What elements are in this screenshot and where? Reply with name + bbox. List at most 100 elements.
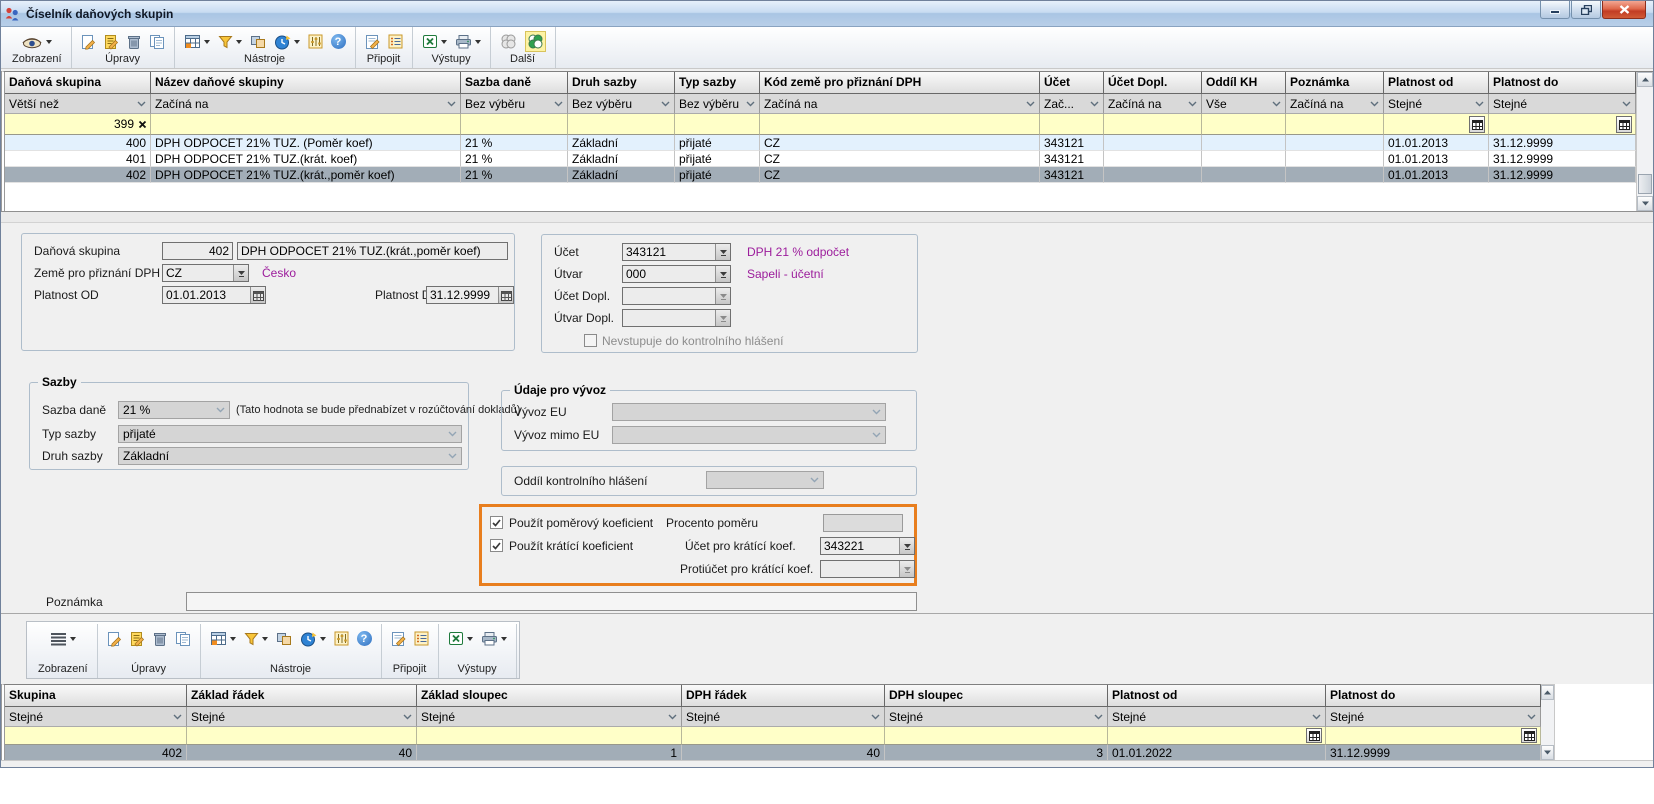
view-mode-button[interactable] [50, 632, 76, 646]
column-header-dph-radek[interactable]: DPH řádek [682, 685, 885, 707]
utvar-dopl-combo[interactable] [622, 309, 731, 327]
copy-special-button[interactable] [250, 35, 266, 49]
column-header-zaklad-radek[interactable]: Základ řádek [187, 685, 417, 707]
scroll-up-button[interactable] [1637, 72, 1653, 87]
filter-combo-oddil-kh[interactable]: Vše [1202, 94, 1286, 114]
filter-combo-druh-sazby[interactable]: Bez výběru [568, 94, 675, 114]
dropdown-icon[interactable] [715, 266, 730, 282]
filter-value-cell[interactable] [760, 114, 1040, 135]
cell-selected[interactable]: DPH ODPOCET 21% TUZ.(krát.,poměr koef) [151, 167, 461, 183]
cell[interactable] [1286, 135, 1384, 151]
related-records-button[interactable] [500, 33, 517, 50]
procento-field[interactable] [823, 514, 903, 532]
cell-selected[interactable]: 21 % [461, 167, 568, 183]
cell[interactable] [1202, 135, 1286, 151]
ucet-dopl-combo[interactable] [622, 287, 731, 305]
filter-value-cell[interactable] [187, 727, 417, 745]
column-header-poznamka[interactable]: Poznámka [1286, 72, 1384, 94]
excel-export-button[interactable] [448, 631, 473, 646]
vertical-scrollbar[interactable] [1541, 684, 1555, 761]
ucet-kratici-combo[interactable]: 343221 [820, 537, 915, 555]
cell-selected[interactable]: 31.12.9999 [1489, 167, 1636, 183]
platnost-od-field[interactable]: 01.01.2013 [162, 286, 266, 304]
column-header-dph-sloupec[interactable]: DPH sloupec [885, 685, 1108, 707]
protiucet-combo[interactable] [820, 560, 915, 578]
filter-value-platnost-do[interactable] [1326, 727, 1541, 745]
table-settings-button[interactable] [210, 631, 236, 646]
cell-selected[interactable]: Základní [568, 167, 675, 183]
filter-value-cell[interactable] [417, 727, 682, 745]
dropdown-icon[interactable] [715, 288, 730, 304]
filter-combo-zaklad-radek[interactable]: Stejné [187, 707, 417, 727]
druh-sazby-combo[interactable]: Základní [118, 447, 462, 465]
calendar-button[interactable] [1521, 728, 1537, 743]
filter-combo-nazev[interactable]: Začíná na [151, 94, 461, 114]
copy-record-button[interactable] [149, 34, 165, 50]
danova-skupina-name-field[interactable]: DPH ODPOCET 21% TUZ.(krát.,poměr koef) [237, 242, 508, 260]
table-settings-button[interactable] [184, 34, 210, 49]
filter-combo-dph-radek[interactable]: Stejné [682, 707, 885, 727]
column-header-platnost-do[interactable]: Platnost do [1489, 72, 1636, 94]
filter-value-cell[interactable] [568, 114, 675, 135]
column-header-kod-zeme[interactable]: Kód země pro přiznání DPH [760, 72, 1040, 94]
filter-combo-sazba-dane[interactable]: Bez výběru [461, 94, 568, 114]
cell[interactable]: Základní [568, 135, 675, 151]
filter-value-cell[interactable] [675, 114, 760, 135]
kratici-checkbox[interactable] [490, 539, 503, 552]
filter-combo-danova-skupina[interactable]: Větší než [5, 94, 151, 114]
filter-button[interactable] [218, 35, 242, 49]
scroll-up-button[interactable] [1541, 685, 1554, 700]
zeme-combo[interactable]: CZ [162, 264, 249, 282]
edit-record-button[interactable] [130, 631, 145, 647]
sazba-dane-combo[interactable]: 21 % [118, 401, 230, 419]
delete-record-button[interactable] [153, 631, 167, 647]
column-header-ucet-dopl[interactable]: Účet Dopl. [1104, 72, 1202, 94]
cell[interactable]: přijaté [675, 151, 760, 167]
dropdown-icon[interactable] [233, 265, 248, 281]
vyvoz-mimo-eu-combo[interactable] [612, 426, 886, 444]
cell[interactable]: 01.01.2013 [1384, 135, 1489, 151]
titlebar[interactable]: Číselník daňových skupin [1, 1, 1653, 27]
utvar-combo[interactable]: 000 [622, 265, 731, 283]
column-header-oddil-kh[interactable]: Oddíl KH [1202, 72, 1286, 94]
pomerovy-checkbox[interactable] [490, 516, 503, 529]
column-header-nazev[interactable]: Název daňové skupiny [151, 72, 461, 94]
filter-combo-ucet-dopl[interactable]: Začíná na [1104, 94, 1202, 114]
nevstupuje-checkbox[interactable] [584, 334, 597, 347]
refresh-button[interactable] [274, 34, 300, 50]
cell[interactable]: 21 % [461, 135, 568, 151]
filter-combo-platnost-od[interactable]: Stejné [1108, 707, 1326, 727]
filter-combo-platnost-do[interactable]: Stejné [1489, 94, 1636, 114]
filter-combo-typ-sazby[interactable]: Bez výběru [675, 94, 760, 114]
calendar-button[interactable] [250, 287, 265, 303]
column-header-danova-skupina[interactable]: Daňová skupina [5, 72, 151, 94]
print-button[interactable] [455, 34, 481, 49]
clear-filter-icon[interactable] [138, 120, 147, 129]
vertical-scrollbar[interactable] [1636, 72, 1653, 211]
attachment-list-button[interactable] [388, 34, 403, 49]
cell[interactable] [1104, 151, 1202, 167]
dropdown-icon[interactable] [899, 561, 914, 577]
calendar-button[interactable] [498, 287, 513, 303]
column-header-sazba-dane[interactable]: Sazba daně [461, 72, 568, 94]
view-mode-button[interactable] [21, 35, 52, 49]
filter-value-platnost-od[interactable] [1384, 114, 1489, 135]
cell-selected[interactable]: 343121 [1040, 167, 1104, 183]
scroll-down-button[interactable] [1541, 745, 1554, 760]
column-header-skupina[interactable]: Skupina [5, 685, 187, 707]
ucet-combo[interactable]: 343121 [622, 243, 731, 261]
column-header-druh-sazby[interactable]: Druh sazby [568, 72, 675, 94]
scrollbar-track[interactable] [1541, 700, 1554, 745]
filter-value-cell[interactable] [151, 114, 461, 135]
oddil-kh-combo[interactable] [706, 471, 824, 489]
cell[interactable]: 31.12.9999 [1489, 151, 1636, 167]
cell[interactable]: 343121 [1040, 135, 1104, 151]
excel-export-button[interactable] [422, 34, 447, 49]
poznamka-field[interactable] [186, 592, 917, 611]
dropdown-icon[interactable] [715, 244, 730, 260]
cell[interactable]: DPH ODPOCET 21% TUZ. (Poměr koef) [151, 135, 461, 151]
calendar-button[interactable] [1469, 116, 1485, 133]
cell[interactable]: 400 [5, 135, 151, 151]
platnost-do-field[interactable]: 31.12.9999 [426, 286, 514, 304]
cell[interactable]: CZ [760, 135, 1040, 151]
